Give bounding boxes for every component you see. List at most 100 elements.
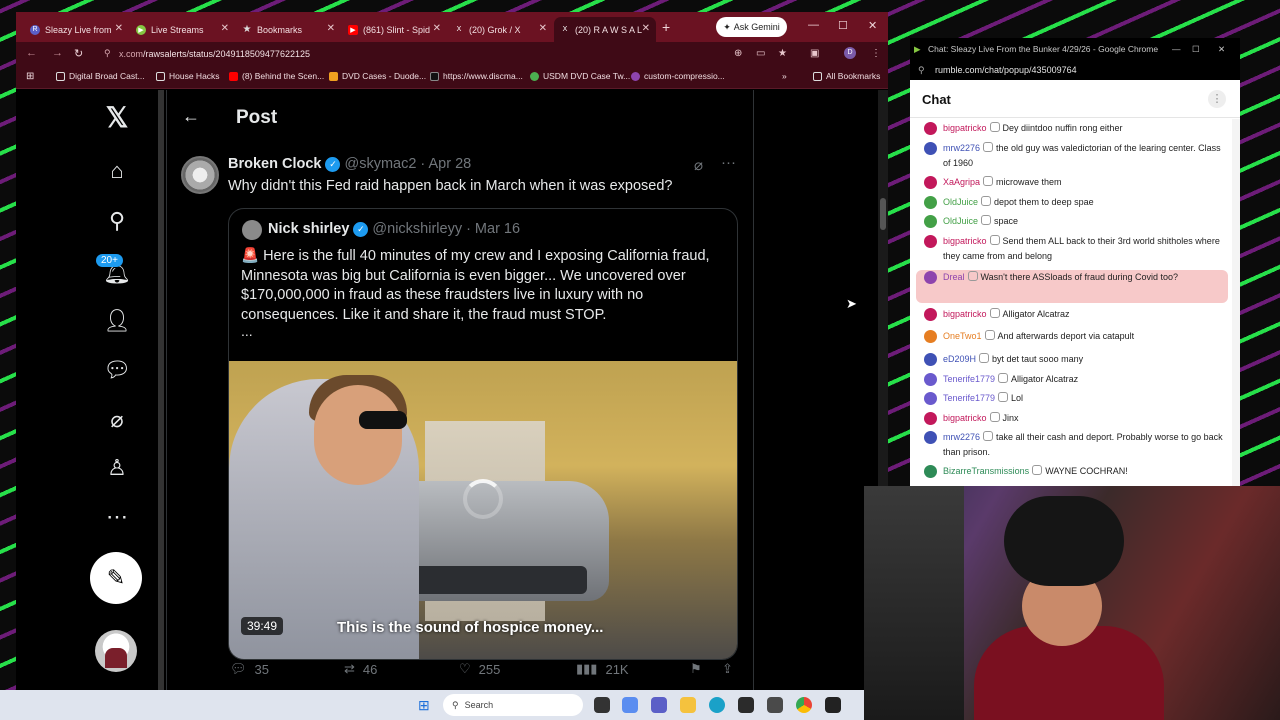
- file-explorer-icon[interactable]: [680, 697, 696, 713]
- copilot-icon[interactable]: [622, 697, 638, 713]
- close-tab-icon[interactable]: ✕: [221, 23, 229, 34]
- grok-icon[interactable]: ⌀: [102, 405, 132, 435]
- side-panel-icon[interactable]: ▣: [810, 48, 819, 59]
- chat-user-avatar[interactable]: [924, 330, 937, 343]
- chat-user-avatar[interactable]: [924, 271, 937, 284]
- chat-username[interactable]: OldJuice: [943, 216, 978, 226]
- chat-username[interactable]: bigpatricko: [943, 236, 987, 246]
- back-icon[interactable]: ←: [26, 47, 37, 59]
- chat-user-avatar[interactable]: [924, 196, 937, 209]
- site-info-icon[interactable]: ⚲: [104, 48, 111, 59]
- author-avatar[interactable]: [181, 156, 219, 194]
- chat-username[interactable]: bigpatricko: [943, 413, 987, 423]
- tab-bookmarks[interactable]: ★ Bookmarks ✕: [236, 17, 341, 42]
- chat-username[interactable]: bigpatricko: [943, 123, 987, 133]
- more-icon[interactable]: ⋯: [102, 502, 132, 532]
- close-tab-icon[interactable]: ✕: [642, 23, 650, 34]
- post-date[interactable]: · Apr 28: [420, 156, 471, 172]
- bookmark-item[interactable]: Digital Broad Cast...: [56, 71, 145, 81]
- bookmark-star-icon[interactable]: ★: [778, 48, 787, 59]
- more-bookmarks-icon[interactable]: »: [782, 71, 787, 81]
- chat-username[interactable]: Dreal: [943, 272, 965, 282]
- author-name[interactable]: Broken Clock: [228, 156, 321, 172]
- chat-user-avatar[interactable]: [924, 373, 937, 386]
- close-window-icon[interactable]: ✕: [1218, 44, 1225, 55]
- tab-youtube[interactable]: ▶ (861) Slint - Spid ✕: [342, 17, 447, 42]
- chat-user-avatar[interactable]: [924, 431, 937, 444]
- chat-username[interactable]: Tenerife1779: [943, 393, 995, 403]
- new-tab-icon[interactable]: +: [662, 19, 670, 35]
- chat-user-avatar[interactable]: [924, 122, 937, 135]
- bookmark-item[interactable]: (8) Behind the Scen...: [229, 71, 324, 81]
- profile-icon[interactable]: D: [844, 47, 856, 59]
- chat-username[interactable]: mrw2276: [943, 432, 980, 442]
- cast-icon[interactable]: ▭: [756, 48, 765, 59]
- messages-icon[interactable]: 💬︎: [102, 355, 132, 385]
- chat-username[interactable]: mrw2276: [943, 143, 980, 153]
- chat-username[interactable]: BizarreTransmissions: [943, 466, 1029, 476]
- video-player[interactable]: 39:49 This is the sound of hospice money…: [229, 361, 737, 659]
- bookmark-button[interactable]: ⚑: [690, 661, 702, 677]
- grok-explain-icon[interactable]: ⌀: [694, 156, 703, 174]
- chat-user-avatar[interactable]: [924, 235, 937, 248]
- chat-menu-icon[interactable]: ⋮: [1208, 90, 1226, 108]
- chat-user-avatar[interactable]: [924, 176, 937, 189]
- chat-username[interactable]: OneTwo1: [943, 331, 982, 341]
- minimize-icon[interactable]: —: [808, 19, 819, 31]
- profile-icon[interactable]: ♙: [102, 453, 132, 483]
- windows-start-icon[interactable]: ⊞: [418, 698, 433, 713]
- bookmark-item[interactable]: custom-compressio...: [631, 71, 725, 81]
- app-icon[interactable]: [825, 697, 841, 713]
- chat-username[interactable]: OldJuice: [943, 197, 978, 207]
- close-tab-icon[interactable]: ✕: [433, 23, 441, 34]
- close-tab-icon[interactable]: ✕: [539, 23, 547, 34]
- chat-scrollbar[interactable]: [1232, 119, 1240, 486]
- url-bar[interactable]: ⚲ x.com/rawsalerts/status/20491185094776…: [102, 45, 792, 62]
- maximize-icon[interactable]: ☐: [838, 19, 848, 32]
- chat-message-list[interactable]: bigpatricko Dey diintdoo nuffin rong eith…: [910, 119, 1232, 486]
- chat-user-avatar[interactable]: [924, 142, 937, 155]
- task-view-icon[interactable]: [594, 697, 610, 713]
- apps-icon[interactable]: ⊞: [26, 71, 34, 82]
- taskbar-search[interactable]: ⚲ Search: [443, 694, 583, 716]
- nav-scrollbar[interactable]: [158, 90, 164, 690]
- app-icon[interactable]: [767, 697, 783, 713]
- account-avatar[interactable]: [95, 630, 137, 672]
- all-bookmarks[interactable]: All Bookmarks: [813, 71, 880, 81]
- store-icon[interactable]: [738, 697, 754, 713]
- back-arrow-icon[interactable]: ←: [182, 106, 200, 127]
- quoted-post[interactable]: Nick shirley ✓ @nickshirleyy · Mar 16 🚨 …: [228, 208, 738, 660]
- bookmark-item[interactable]: https://www.discma...: [430, 71, 523, 81]
- chat-username[interactable]: bigpatricko: [943, 309, 987, 319]
- follow-icon[interactable]: 👤︎: [102, 306, 132, 336]
- tab-sleazy-live[interactable]: R Sleazy Live from ✕: [24, 17, 129, 42]
- tab-grok[interactable]: X (20) Grok / X ✕: [448, 17, 553, 42]
- search-icon[interactable]: ⚲: [102, 206, 132, 236]
- chat-user-avatar[interactable]: [924, 308, 937, 321]
- ask-gemini-button[interactable]: ✦ Ask Gemini: [716, 17, 787, 37]
- home-icon[interactable]: ⌂: [102, 156, 132, 186]
- tab-rawsalerts[interactable]: X (20) R A W S A L ✕: [554, 17, 656, 42]
- x-logo-icon[interactable]: 𝕏: [102, 102, 132, 133]
- bookmark-item[interactable]: USDM DVD Case Tw...: [530, 71, 630, 81]
- close-tab-icon[interactable]: ✕: [115, 23, 123, 34]
- chrome-icon[interactable]: [796, 697, 812, 713]
- scrollbar-thumb[interactable]: [880, 198, 886, 230]
- author-handle[interactable]: @skymac2: [344, 156, 416, 172]
- chat-username[interactable]: eD209H: [943, 354, 976, 364]
- close-tab-icon[interactable]: ✕: [327, 23, 335, 34]
- chat-user-avatar[interactable]: [924, 392, 937, 405]
- chat-username[interactable]: Tenerife1779: [943, 374, 995, 384]
- chat-username[interactable]: XaAgripa: [943, 177, 980, 187]
- close-window-icon[interactable]: ✕: [868, 19, 877, 32]
- minimize-icon[interactable]: —: [1172, 44, 1181, 54]
- forward-icon[interactable]: →: [52, 47, 63, 59]
- bookmark-item[interactable]: House Hacks: [156, 71, 220, 81]
- menu-icon[interactable]: ⋮: [871, 48, 881, 59]
- chat-user-avatar[interactable]: [924, 215, 937, 228]
- like-button[interactable]: ♡ 255: [459, 661, 500, 677]
- chat-user-avatar[interactable]: [924, 412, 937, 425]
- teams-icon[interactable]: [651, 697, 667, 713]
- post-more-icon[interactable]: ···: [721, 154, 736, 171]
- edge-icon[interactable]: [709, 697, 725, 713]
